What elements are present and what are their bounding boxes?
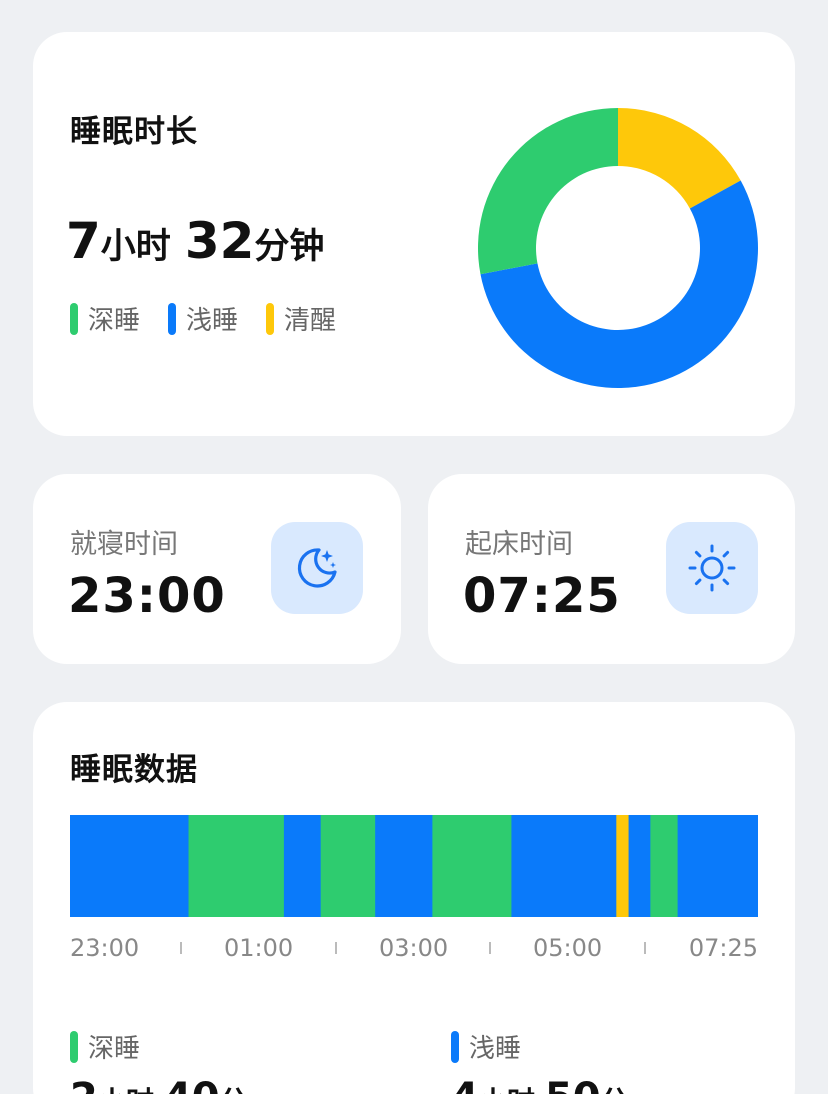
- stat-deep-hours: 2: [70, 1075, 98, 1094]
- axis-label-4: 07:25: [688, 934, 758, 962]
- stat-light-head: 浅睡: [451, 1028, 629, 1065]
- stat-light-hours: 4: [451, 1075, 479, 1094]
- timeline-segment-awake: [616, 815, 630, 917]
- legend-awake-swatch: [266, 302, 275, 335]
- total-minutes-unit: 分钟: [254, 227, 325, 267]
- axis-tick: [489, 942, 491, 954]
- legend-deep-label: 深睡: [88, 306, 141, 336]
- stat-light-value: 4 小时 50 分: [451, 1075, 629, 1094]
- timeline-axis: 23:00 01:00 03:00 05:00 07:25: [70, 934, 758, 964]
- timeline-segment-light: [283, 815, 322, 917]
- total-minutes: 32: [184, 212, 255, 270]
- stat-deep-label: 深睡: [88, 1034, 141, 1064]
- sleep-stage-legend: 深睡 浅睡 清醒: [70, 300, 336, 337]
- stat-deep: 深睡 2 小时 40 分: [70, 1028, 248, 1094]
- stat-light-label: 浅睡: [469, 1034, 522, 1064]
- moon-stars-icon: [297, 548, 337, 588]
- total-hours: 7: [66, 212, 101, 270]
- waketime-label: 起床时间: [465, 529, 573, 560]
- bedtime-card[interactable]: 就寝时间 23:00: [33, 474, 401, 664]
- timeline-segment-light: [375, 815, 433, 917]
- axis-label-3: 05:00: [533, 934, 603, 962]
- axis-label-0: 23:00: [70, 934, 140, 962]
- stat-deep-value: 2 小时 40 分: [70, 1075, 248, 1094]
- waketime-icon-box: [666, 522, 758, 614]
- stat-deep-hours-unit: 小时: [98, 1080, 154, 1094]
- sleep-data-title: 睡眠数据: [70, 752, 198, 788]
- legend-deep-swatch: [70, 302, 78, 335]
- legend-light-label: 浅睡: [186, 306, 239, 336]
- sun-icon: [688, 544, 736, 592]
- sleep-data-card: 睡眠数据 23:00 01:00 03:00 05:00 07:25 深睡 2 …: [33, 702, 795, 1094]
- bedtime-value: 23:00: [68, 568, 226, 624]
- stat-light-hours-unit: 小时: [479, 1080, 535, 1094]
- timeline-segment-light: [511, 815, 617, 917]
- axis-tick: [644, 942, 646, 954]
- sleep-stage-timeline: [70, 815, 758, 917]
- timeline-segment-light: [70, 815, 190, 917]
- stat-light-minutes-unit: 分: [601, 1080, 629, 1094]
- donut-slice-deep: [478, 108, 618, 275]
- stat-deep-head: 深睡: [70, 1028, 248, 1065]
- timeline-segment-light: [677, 815, 758, 917]
- legend-light-swatch: [168, 302, 177, 335]
- timeline-segment-deep: [320, 815, 376, 917]
- sleep-donut-chart: [478, 108, 758, 389]
- bedtime-icon-box: [271, 522, 363, 614]
- axis-label-1: 01:00: [224, 934, 294, 962]
- legend-awake-label: 清醒: [284, 306, 337, 336]
- timeline-segment-deep: [188, 815, 285, 917]
- waketime-value: 07:25: [463, 568, 621, 624]
- stat-deep-minutes-unit: 分: [220, 1080, 248, 1094]
- legend-deep: 深睡: [70, 300, 140, 337]
- axis-label-2: 03:00: [379, 934, 449, 962]
- timeline-segment-deep: [432, 815, 512, 917]
- axis-tick: [180, 942, 182, 954]
- legend-awake: 清醒: [266, 300, 336, 337]
- waketime-card[interactable]: 起床时间 07:25: [428, 474, 795, 664]
- timeline-segment-light: [628, 815, 651, 917]
- stat-deep-minutes: 40: [164, 1075, 220, 1094]
- legend-light: 浅睡: [168, 300, 238, 337]
- stat-light: 浅睡 4 小时 50 分: [451, 1028, 629, 1094]
- stat-light-swatch: [451, 1030, 459, 1063]
- timeline-segment-deep: [650, 815, 679, 917]
- total-sleep-duration: 7 小时 32 分钟: [66, 212, 324, 270]
- stat-deep-swatch: [70, 1030, 78, 1063]
- total-hours-unit: 小时: [100, 227, 171, 267]
- bedtime-label: 就寝时间: [70, 529, 178, 560]
- stat-light-minutes: 50: [545, 1075, 601, 1094]
- axis-tick: [335, 942, 337, 954]
- sleep-duration-title: 睡眠时长: [70, 114, 198, 150]
- sleep-duration-card: 睡眠时长 7 小时 32 分钟 深睡 浅睡 清醒: [33, 32, 795, 436]
